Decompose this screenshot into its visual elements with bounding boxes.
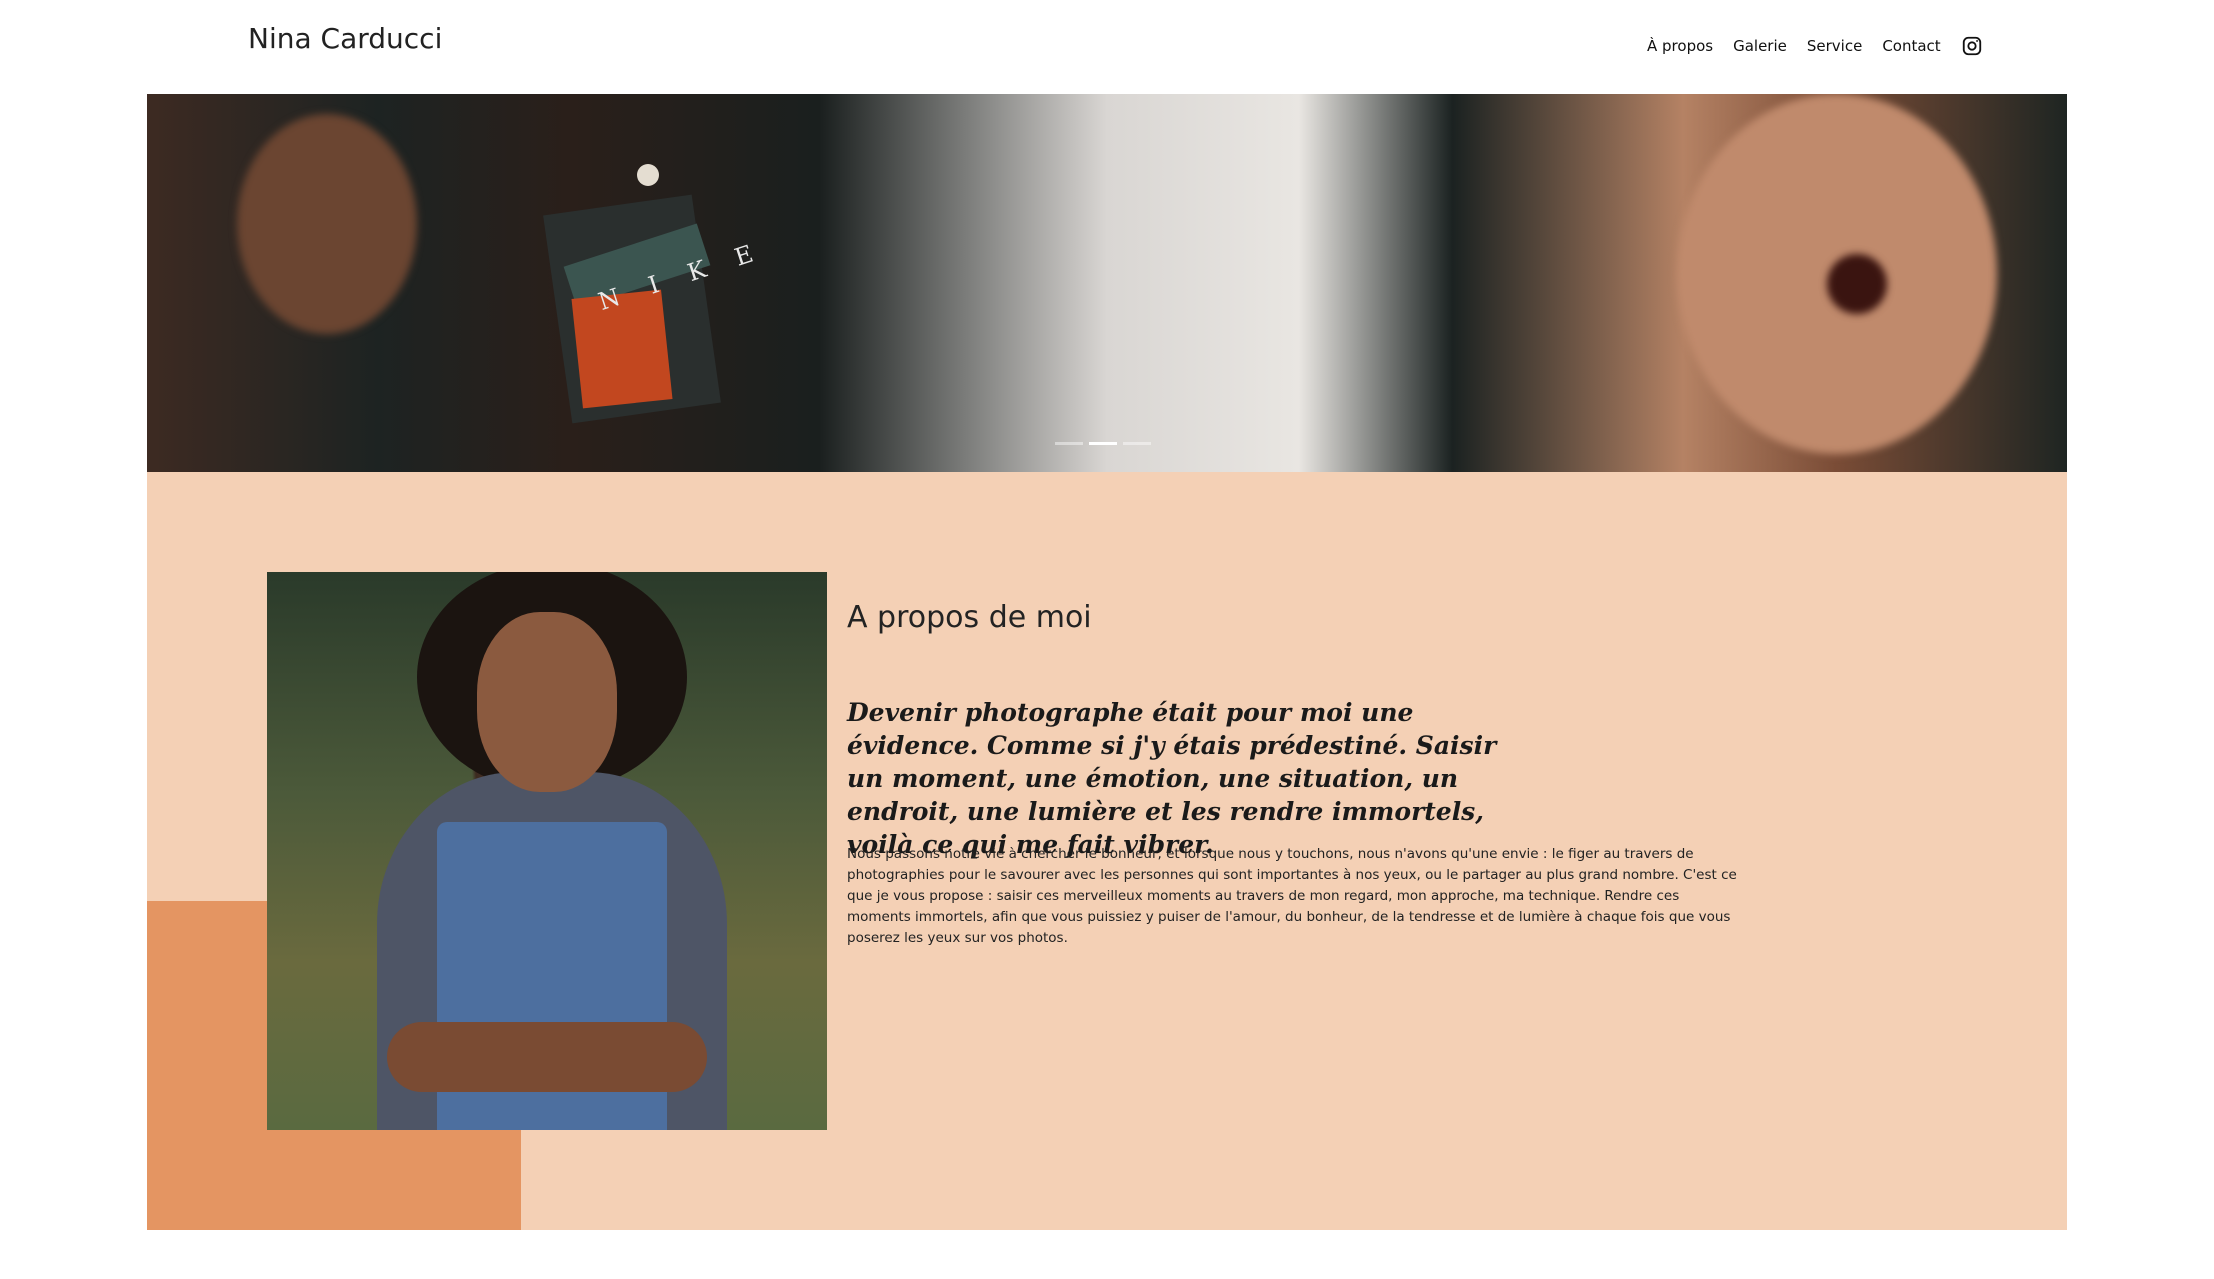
hero-carousel[interactable]: N I K E xyxy=(147,94,2067,472)
about-title: A propos de moi xyxy=(847,600,1092,635)
nav-link-about[interactable]: À propos xyxy=(1647,37,1713,55)
site-logo[interactable]: Nina Carducci xyxy=(248,22,442,55)
carousel-indicator[interactable] xyxy=(1055,442,1083,445)
instagram-icon[interactable] xyxy=(1961,35,1983,57)
portrait-photo xyxy=(477,612,617,792)
about-quote: Devenir photographe était pour moi une é… xyxy=(847,698,1497,859)
nav-link-gallery[interactable]: Galerie xyxy=(1733,37,1787,55)
hero-photo-area xyxy=(637,164,659,186)
portrait-photo xyxy=(387,1022,707,1092)
carousel-indicator-active[interactable] xyxy=(1089,442,1117,445)
portrait-photo xyxy=(267,572,827,1130)
about-body: Nous passons notre vie à chercher le bon… xyxy=(847,846,1737,946)
nav-link-service[interactable]: Service xyxy=(1807,37,1862,55)
carousel-indicators xyxy=(1055,442,1151,445)
site-header: Nina Carducci À propos Galerie Service C… xyxy=(0,0,2214,94)
nav-link-contact[interactable]: Contact xyxy=(1882,37,1940,55)
hero-photo-area xyxy=(1827,254,1887,314)
about-section: A propos de moi Devenir photographe étai… xyxy=(147,472,2067,1230)
main-nav: À propos Galerie Service Contact xyxy=(1647,35,1983,57)
carousel-indicator[interactable] xyxy=(1123,442,1151,445)
hero-photo-area xyxy=(237,114,417,334)
